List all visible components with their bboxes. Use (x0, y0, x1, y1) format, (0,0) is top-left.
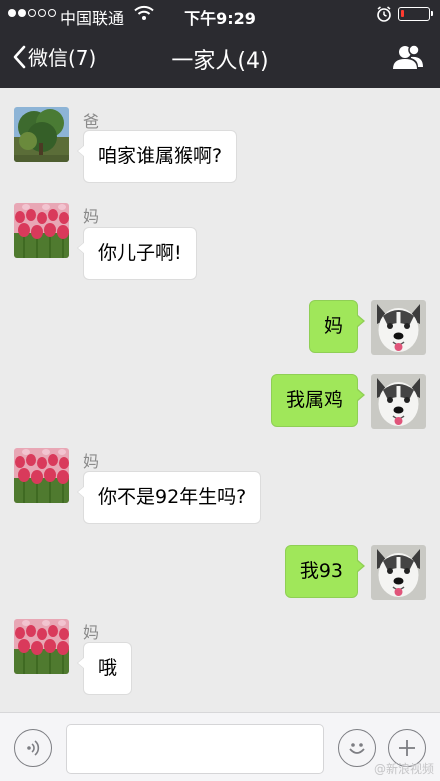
battery-level-fill (401, 10, 404, 17)
message-bubble[interactable]: 咱家谁属猴啊? (76, 130, 238, 183)
chat-title: 一家人(4) (171, 49, 269, 74)
status-bar: 中国联通 下午9:29 (0, 0, 440, 28)
avatar[interactable] (371, 374, 426, 429)
avatar[interactable] (14, 203, 69, 258)
emoji-icon (349, 743, 365, 754)
avatar[interactable] (14, 619, 69, 674)
emoji-button[interactable] (338, 729, 376, 767)
message-bubble[interactable]: 我93 (284, 545, 366, 598)
message-bubble[interactable]: 我属鸡 (270, 374, 366, 427)
avatar[interactable] (14, 107, 69, 162)
message-bubble[interactable]: 妈 (308, 300, 366, 353)
sender-name: 爸 (83, 112, 100, 131)
status-time: 下午9:29 (184, 9, 256, 28)
watermark: @新浪视频 (373, 762, 434, 776)
alarm-icon (376, 6, 392, 26)
plus-icon (399, 740, 415, 756)
message-bubble[interactable]: 你不是92年生吗? (76, 471, 262, 524)
voice-button[interactable] (14, 729, 52, 767)
group-members-button[interactable] (392, 44, 424, 74)
nav-bar: 微信(7) 一家人(4) (0, 28, 440, 88)
voice-icon (27, 740, 40, 756)
sender-name: 妈 (83, 623, 100, 642)
battery-icon (398, 7, 433, 21)
input-bar: @新浪视频 (0, 712, 440, 781)
avatar[interactable] (14, 448, 69, 503)
group-members-icon (393, 44, 423, 69)
avatar[interactable] (371, 300, 426, 355)
sender-name: 妈 (83, 452, 100, 471)
chat-message-list[interactable]: 爸咱家谁属猴啊? 妈你儿子啊! 妈我属鸡妈你不是92年生吗? 我93 妈哦 (0, 88, 440, 712)
message-input[interactable] (66, 724, 324, 774)
sender-name: 妈 (83, 207, 100, 226)
avatar[interactable] (371, 545, 426, 600)
message-bubble[interactable]: 你儿子啊! (77, 227, 197, 280)
message-bubble[interactable]: 哦 (76, 642, 133, 695)
